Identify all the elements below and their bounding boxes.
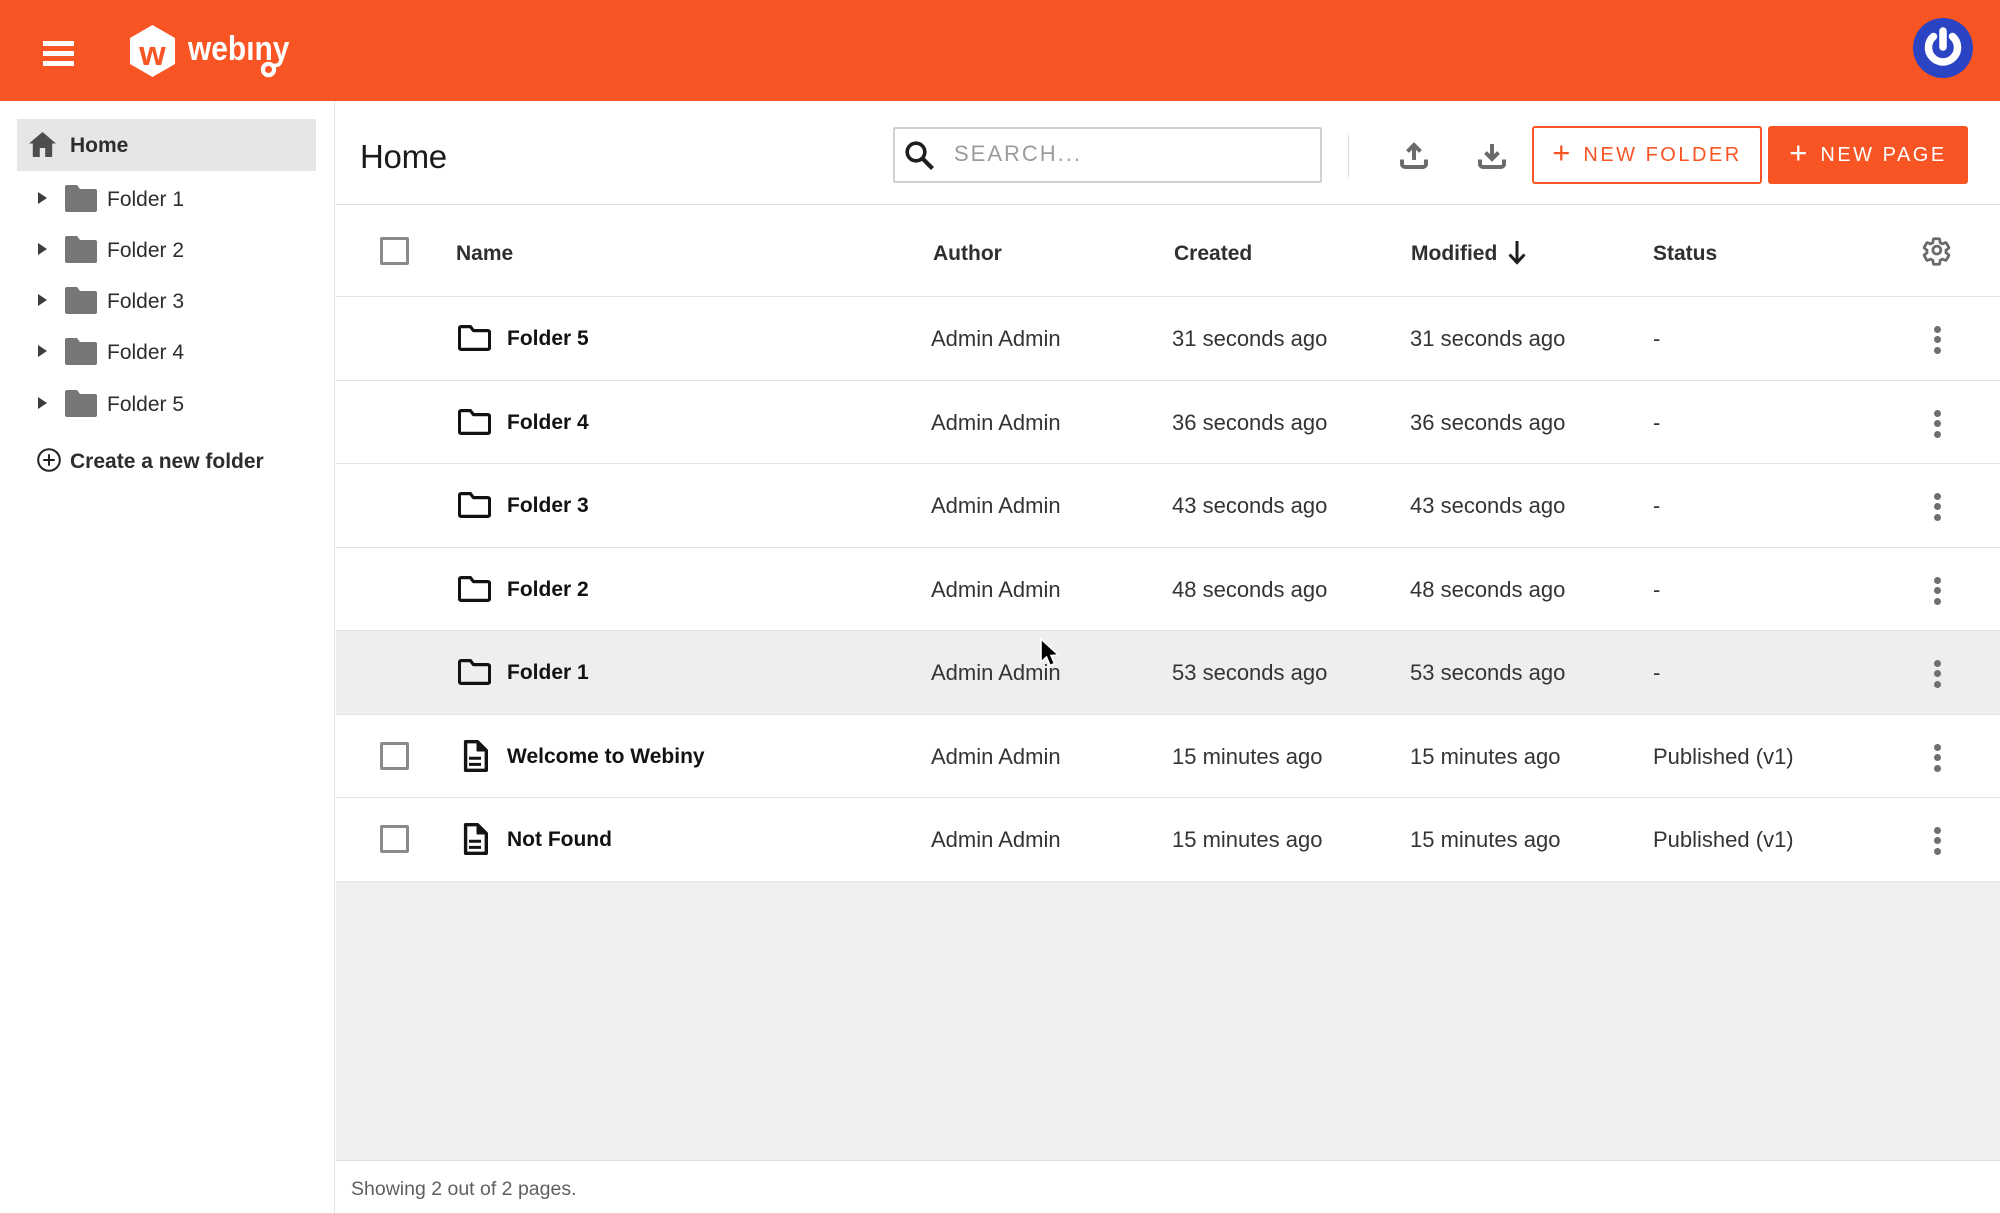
svg-text:w: w — [138, 35, 166, 73]
